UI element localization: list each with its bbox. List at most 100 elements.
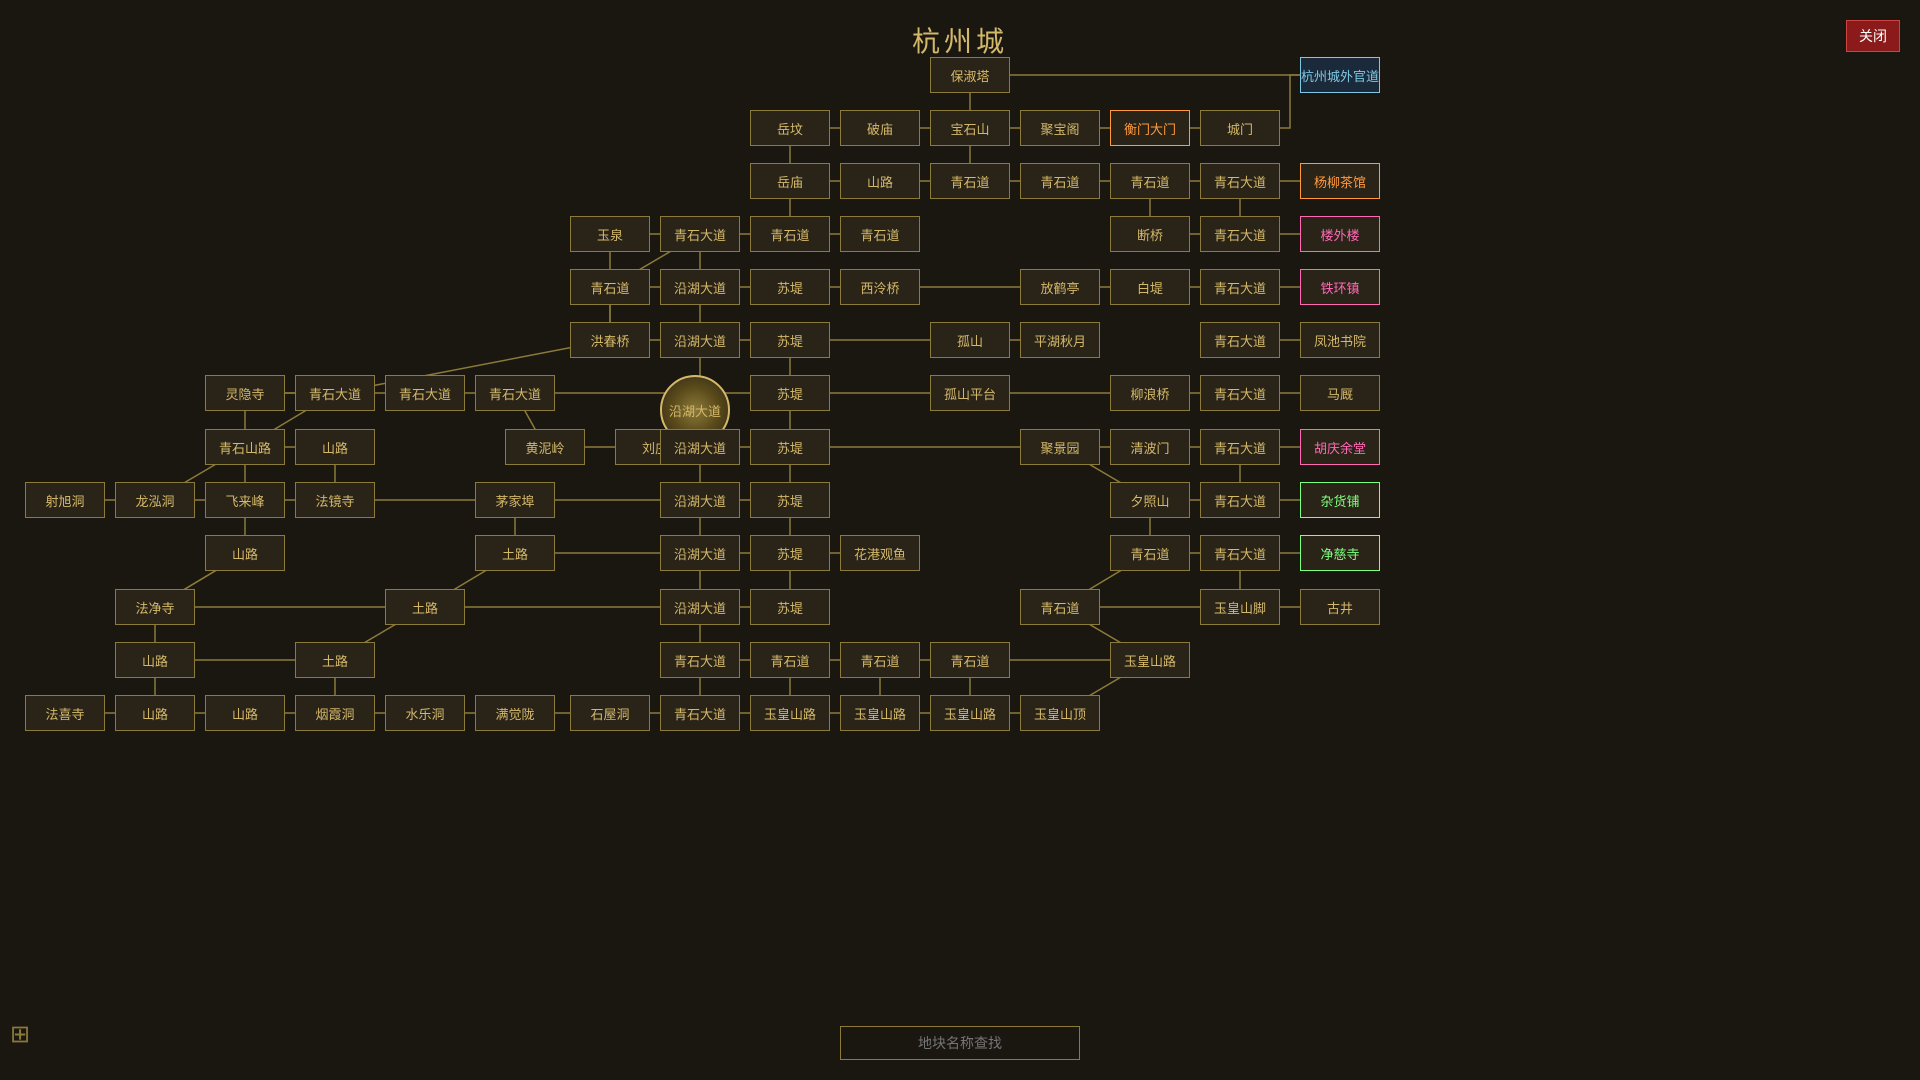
node-fa_xi_si[interactable]: 法喜寺 (25, 695, 105, 731)
node-qing_shi_da_dao2[interactable]: 青石大道 (660, 216, 740, 252)
node-qing_shi_da_dao13[interactable]: 青石大道 (660, 642, 740, 678)
node-ju_jing_yuan[interactable]: 聚景园 (1020, 429, 1100, 465)
node-yan_hu_da_dao5[interactable]: 沿湖大道 (660, 482, 740, 518)
node-cheng_men_da[interactable]: 衡门大门 (1110, 110, 1190, 146)
node-su_di2[interactable]: 苏堤 (750, 322, 830, 358)
node-tu_lu3[interactable]: 土路 (295, 642, 375, 678)
node-za_huo_pu[interactable]: 杂货铺 (1300, 482, 1380, 518)
node-ma_chang[interactable]: 马厩 (1300, 375, 1380, 411)
node-ju_bao_ge[interactable]: 聚宝阁 (1020, 110, 1100, 146)
node-qing_shi_da_dao12[interactable]: 青石大道 (1200, 535, 1280, 571)
node-fang_he_ting[interactable]: 放鹤亭 (1020, 269, 1100, 305)
node-yang_liu_cha_guan[interactable]: 杨柳茶馆 (1300, 163, 1380, 199)
node-qing_shi_da_dao4[interactable]: 青石大道 (1200, 269, 1280, 305)
node-baochu_ta[interactable]: 保淑塔 (930, 57, 1010, 93)
node-qing_shi_dao3[interactable]: 青石道 (1110, 163, 1190, 199)
node-shan_lu2[interactable]: 山路 (295, 429, 375, 465)
node-qing_shi_da_dao1[interactable]: 青石大道 (1200, 163, 1280, 199)
node-qing_shi_da_dao7[interactable]: 青石大道 (385, 375, 465, 411)
node-shi_wu_dong[interactable]: 石屋洞 (570, 695, 650, 731)
node-po_miao[interactable]: 破庙 (840, 110, 920, 146)
node-yan_xia_dong[interactable]: 烟霞洞 (295, 695, 375, 731)
node-yu_huang_shan_ding[interactable]: 玉皇山顶 (1020, 695, 1100, 731)
node-fa_jing_si2[interactable]: 法净寺 (115, 589, 195, 625)
close-button[interactable]: 关闭 (1846, 20, 1900, 52)
node-hu_qing_yu_tang[interactable]: 胡庆余堂 (1300, 429, 1380, 465)
node-hong_chun_qiao[interactable]: 洪春桥 (570, 322, 650, 358)
node-yue_miao[interactable]: 岳庙 (750, 163, 830, 199)
node-qing_shi_da_dao5[interactable]: 青石大道 (1200, 322, 1280, 358)
node-fei_lai_feng[interactable]: 飞来峰 (205, 482, 285, 518)
node-su_di3[interactable]: 苏堤 (750, 375, 830, 411)
node-qing_shi_dao1[interactable]: 青石道 (930, 163, 1010, 199)
node-qing_shi_dao9[interactable]: 青石道 (750, 642, 830, 678)
node-yu_huang_shan_lu3[interactable]: 玉皇山路 (840, 695, 920, 731)
node-tu_lu2[interactable]: 土路 (385, 589, 465, 625)
node-liu_lang_wen_ying[interactable]: 柳浪桥 (1110, 375, 1190, 411)
node-lou_wai_lou[interactable]: 楼外楼 (1300, 216, 1380, 252)
node-qing_shi_da_dao14[interactable]: 青石大道 (660, 695, 740, 731)
node-shan_lu3[interactable]: 山路 (205, 535, 285, 571)
node-she_jiu_dong[interactable]: 射旭洞 (25, 482, 105, 518)
node-qing_shi_da_dao8[interactable]: 青石大道 (475, 375, 555, 411)
node-yu_huang_shan_lu4[interactable]: 玉皇山路 (930, 695, 1010, 731)
node-xi_zhao_shan[interactable]: 夕照山 (1110, 482, 1190, 518)
node-bai_di[interactable]: 白堤 (1110, 269, 1190, 305)
node-qing_shi_dao7[interactable]: 青石道 (1110, 535, 1190, 571)
node-yan_hu_da_dao4[interactable]: 沿湖大道 (660, 429, 740, 465)
node-yu_quan[interactable]: 玉泉 (570, 216, 650, 252)
node-shan_lu1[interactable]: 山路 (840, 163, 920, 199)
node-yan_hu_da_dao1[interactable]: 沿湖大道 (660, 269, 740, 305)
node-gu_jing[interactable]: 古井 (1300, 589, 1380, 625)
node-su_di1[interactable]: 苏堤 (750, 269, 830, 305)
node-gu_shan_ping_tai[interactable]: 孤山平台 (930, 375, 1010, 411)
node-gu_shan[interactable]: 孤山 (930, 322, 1010, 358)
node-shan_lu4[interactable]: 山路 (115, 642, 195, 678)
node-yu_huang_shan_lu2[interactable]: 玉皇山路 (750, 695, 830, 731)
node-qing_shi_da_dao10[interactable]: 青石大道 (1200, 429, 1280, 465)
node-qing_shi_dao4[interactable]: 青石道 (750, 216, 830, 252)
node-man_jue_long[interactable]: 满觉陇 (475, 695, 555, 731)
node-qing_shi_dao5[interactable]: 青石道 (840, 216, 920, 252)
node-shui_le_dong[interactable]: 水乐洞 (385, 695, 465, 731)
node-yan_hu_da_dao2[interactable]: 沿湖大道 (660, 322, 740, 358)
node-shan_lu5[interactable]: 山路 (115, 695, 195, 731)
node-qing_bo_men[interactable]: 清波门 (1110, 429, 1190, 465)
node-xi_leng_qiao[interactable]: 西泠桥 (840, 269, 920, 305)
node-mao_jia_bu[interactable]: 茅家埠 (475, 482, 555, 518)
node-duan_qiao[interactable]: 断桥 (1110, 216, 1190, 252)
node-qing_shi_da_dao9[interactable]: 青石大道 (1200, 375, 1280, 411)
node-shan_lu6[interactable]: 山路 (205, 695, 285, 731)
search-input[interactable] (840, 1026, 1080, 1060)
node-yan_hu_da_dao7[interactable]: 沿湖大道 (660, 589, 740, 625)
node-su_di6[interactable]: 苏堤 (750, 535, 830, 571)
node-su_di7[interactable]: 苏堤 (750, 589, 830, 625)
node-tie_huan_zhen[interactable]: 铁环镇 (1300, 269, 1380, 305)
node-huang_ni_ling[interactable]: 黄泥岭 (505, 429, 585, 465)
node-su_di5[interactable]: 苏堤 (750, 482, 830, 518)
node-qing_shi_dao6[interactable]: 青石道 (570, 269, 650, 305)
node-qing_shi_dao8[interactable]: 青石道 (1020, 589, 1100, 625)
node-tu_lu1[interactable]: 土路 (475, 535, 555, 571)
node-qing_shi_da_dao3[interactable]: 青石大道 (1200, 216, 1280, 252)
node-qing_shi_dao11[interactable]: 青石道 (930, 642, 1010, 678)
node-ling_yin_si[interactable]: 灵隐寺 (205, 375, 285, 411)
node-su_di4[interactable]: 苏堤 (750, 429, 830, 465)
node-bao_shi_shan[interactable]: 宝石山 (930, 110, 1010, 146)
node-cheng_men[interactable]: 城门 (1200, 110, 1280, 146)
node-qing_shi_shan_lu[interactable]: 青石山路 (205, 429, 285, 465)
node-hua_gang_guan_yu[interactable]: 花港观鱼 (840, 535, 920, 571)
node-fa_jing_si[interactable]: 法镜寺 (295, 482, 375, 518)
node-yue_fen[interactable]: 岳坟 (750, 110, 830, 146)
node-jing_ci_si[interactable]: 净慈寺 (1300, 535, 1380, 571)
node-ping_hu_qiu_yue[interactable]: 平湖秋月 (1020, 322, 1100, 358)
node-qing_shi_dao10[interactable]: 青石道 (840, 642, 920, 678)
node-qing_shi_da_dao11[interactable]: 青石大道 (1200, 482, 1280, 518)
node-yu_huang_shan_jiao[interactable]: 玉皇山脚 (1200, 589, 1280, 625)
node-yu_huang_shan_lu[interactable]: 玉皇山路 (1110, 642, 1190, 678)
node-qing_shi_da_dao6[interactable]: 青石大道 (295, 375, 375, 411)
node-hangzhou_wai_guan_dao[interactable]: 杭州城外官道 (1300, 57, 1380, 93)
node-feng_chi_shu_yuan[interactable]: 凤池书院 (1300, 322, 1380, 358)
node-long_hong_dong[interactable]: 龙泓洞 (115, 482, 195, 518)
node-yan_hu_da_dao6[interactable]: 沿湖大道 (660, 535, 740, 571)
